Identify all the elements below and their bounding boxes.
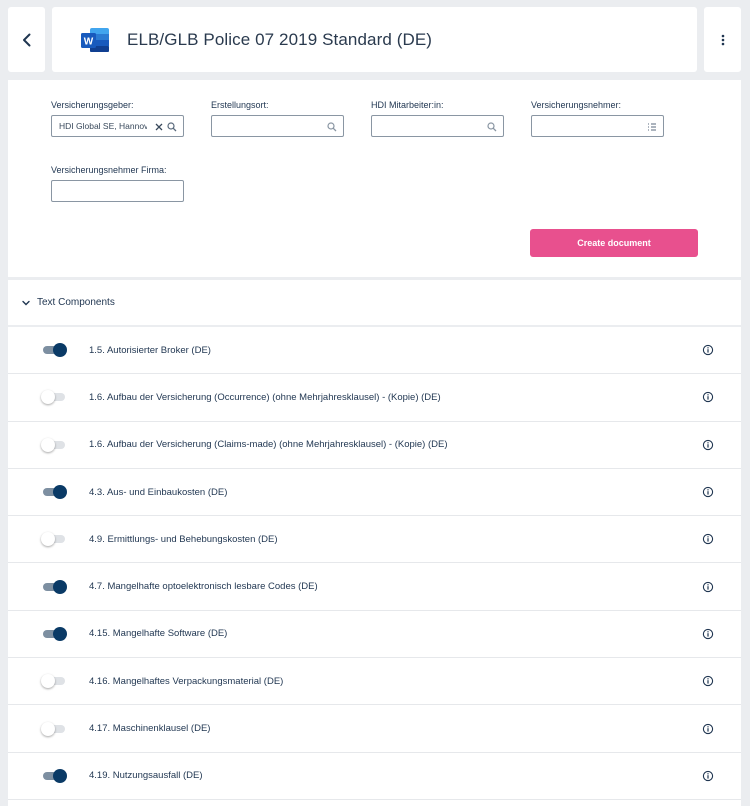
component-label: 4.7. Mangelhafte optoelektronisch lesbar…	[89, 581, 318, 593]
versicherungsnehmer-input[interactable]	[531, 115, 664, 137]
hdi-mitarbeiter-input[interactable]	[371, 115, 504, 137]
search-icon[interactable]	[166, 121, 178, 133]
field-label: Versicherungsnehmer:	[531, 100, 622, 110]
component-toggle[interactable]	[41, 532, 67, 547]
component-label: 1.6. Aufbau der Versicherung (Occurrence…	[89, 391, 441, 403]
document-form: Versicherungsgeber: HDI Global SE, Hanno…	[8, 80, 741, 277]
component-toggle[interactable]	[41, 674, 67, 689]
field-versicherungsnehmer-firma: Versicherungsnehmer Firma:	[51, 165, 184, 202]
list-item: 1.5. Autorisierter Broker (DE)	[8, 327, 741, 375]
toggle-knob	[53, 579, 67, 594]
versicherungsgeber-input[interactable]: HDI Global SE, Hannover	[51, 115, 184, 137]
field-versicherungsgeber: Versicherungsgeber: HDI Global SE, Hanno…	[51, 100, 184, 137]
field-label: Erstellungsort:	[211, 100, 269, 110]
list-item: 4.7. Mangelhafte optoelektronisch lesbar…	[8, 563, 741, 611]
field-hdi-mitarbeiter: HDI Mitarbeiter:in:	[371, 100, 504, 137]
list-item: 4.9. Ermittlungs- und Behebungskosten (D…	[8, 516, 741, 564]
toggle-knob	[53, 626, 67, 641]
info-icon[interactable]	[702, 723, 714, 735]
create-document-button[interactable]: Create document	[530, 229, 698, 257]
component-toggle[interactable]	[41, 343, 67, 358]
component-label: 4.19. Nutzungsausfall (DE)	[89, 770, 203, 782]
info-icon[interactable]	[702, 533, 714, 545]
toggle-knob	[53, 343, 67, 358]
section-title: Text Components	[37, 297, 115, 308]
info-icon[interactable]	[702, 391, 714, 403]
component-toggle[interactable]	[41, 390, 67, 405]
list-item: 4.17. Maschinenklausel (DE)	[8, 705, 741, 753]
component-toggle[interactable]	[41, 485, 67, 500]
component-label: 4.15. Mangelhafte Software (DE)	[89, 628, 228, 640]
info-icon[interactable]	[702, 486, 714, 498]
more-vertical-icon	[721, 34, 724, 45]
word-icon: W	[80, 27, 110, 53]
toggle-knob	[41, 721, 55, 736]
toggle-knob	[41, 532, 55, 547]
field-versicherungsnehmer: Versicherungsnehmer:	[531, 100, 664, 137]
list-item: 4.15. Mangelhafte Software (DE)	[8, 611, 741, 659]
field-label: Versicherungsgeber:	[51, 100, 134, 110]
chevron-left-icon	[22, 33, 30, 46]
info-icon[interactable]	[702, 581, 714, 593]
list-item: 4.19. Nutzungsausfall (DE)	[8, 753, 741, 800]
component-toggle[interactable]	[41, 437, 67, 452]
field-erstellungsort: Erstellungsort:	[211, 100, 344, 137]
component-toggle[interactable]	[41, 721, 67, 736]
clear-icon[interactable]	[153, 121, 165, 133]
component-label: 1.6. Aufbau der Versicherung (Claims-mad…	[89, 439, 448, 451]
toggle-knob	[53, 485, 67, 500]
toggle-knob	[53, 768, 67, 783]
info-icon[interactable]	[702, 770, 714, 782]
chevron-down-icon	[22, 300, 30, 305]
component-toggle[interactable]	[41, 768, 67, 783]
list-icon[interactable]	[646, 121, 658, 133]
field-label: HDI Mitarbeiter:in:	[371, 100, 444, 110]
toggle-knob	[41, 437, 55, 452]
component-label: 4.9. Ermittlungs- und Behebungskosten (D…	[89, 533, 278, 545]
component-label: 4.16. Mangelhaftes Verpackungsmaterial (…	[89, 675, 284, 687]
toggle-knob	[41, 390, 55, 405]
list-item: 4.16. Mangelhaftes Verpackungsmaterial (…	[8, 658, 741, 706]
more-options-button[interactable]	[704, 7, 741, 72]
list-item: 4.3. Aus- und Einbaukosten (DE)	[8, 469, 741, 517]
top-bar: W ELB/GLB Police 07 2019 Standard (DE)	[0, 0, 750, 80]
field-label: Versicherungsnehmer Firma:	[51, 165, 167, 175]
document-title-card: W ELB/GLB Police 07 2019 Standard (DE)	[52, 7, 697, 72]
info-icon[interactable]	[702, 675, 714, 687]
info-icon[interactable]	[702, 344, 714, 356]
component-label: 4.3. Aus- und Einbaukosten (DE)	[89, 486, 228, 498]
info-icon[interactable]	[702, 439, 714, 451]
svg-text:W: W	[84, 36, 94, 47]
erstellungsort-input[interactable]	[211, 115, 344, 137]
info-icon[interactable]	[702, 628, 714, 640]
component-label: 1.5. Autorisierter Broker (DE)	[89, 344, 211, 356]
page-title: ELB/GLB Police 07 2019 Standard (DE)	[127, 29, 433, 49]
input-value: HDI Global SE, Hannover	[59, 121, 147, 131]
text-components-header[interactable]: Text Components	[8, 280, 741, 325]
back-button[interactable]	[8, 7, 45, 72]
list-item: 1.6. Aufbau der Versicherung (Occurrence…	[8, 374, 741, 422]
toggle-knob	[41, 674, 55, 689]
component-toggle[interactable]	[41, 579, 67, 594]
component-toggle[interactable]	[41, 626, 67, 641]
search-icon[interactable]	[486, 121, 498, 133]
text-components-list: 1.5. Autorisierter Broker (DE) 1.6. Aufba…	[8, 327, 741, 806]
component-label: 4.17. Maschinenklausel (DE)	[89, 723, 211, 735]
versicherungsnehmer-firma-input[interactable]	[51, 180, 184, 202]
list-item: 1.6. Aufbau der Versicherung (Claims-mad…	[8, 422, 741, 469]
search-icon[interactable]	[326, 121, 338, 133]
